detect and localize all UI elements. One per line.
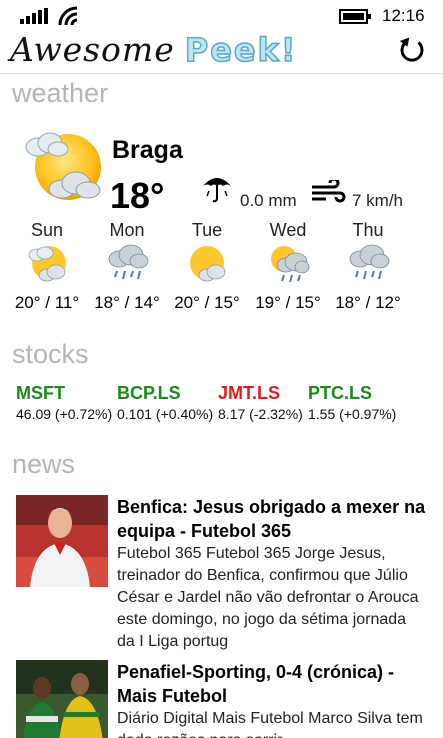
forecast-day: Mon 18° / 14° (87, 220, 167, 313)
stocks-section-title: stocks (12, 339, 89, 369)
weather-rain: 0.0 mm (240, 191, 297, 210)
news-item[interactable]: Benfica: Jesus obrigado a mexer na equip… (16, 495, 436, 655)
forecast-day-name: Sun (30, 220, 64, 240)
news-summary: Diário Digital Mais Futebol Marco Silva … (117, 710, 423, 738)
stock-symbol: MSFT (16, 383, 65, 403)
forecast-day: Sun 20° / 11° (7, 220, 87, 313)
umbrella-icon (203, 178, 231, 203)
forecast-day: Tue 20° / 15° (167, 220, 247, 313)
stock-symbol: BCP.LS (117, 383, 181, 403)
stock-symbol: PTC.LS (308, 383, 373, 403)
logo-text-peek: Peek! (184, 30, 298, 70)
forecast-temp-range: 20° / 15° (174, 293, 240, 312)
news-section-title: news (12, 449, 76, 479)
forecast-day-name: Thu (352, 220, 384, 240)
stock-value: 46.09 (+0.72%) (16, 406, 113, 422)
wifi-icon (58, 6, 78, 26)
refresh-icon[interactable] (398, 36, 426, 64)
weather-city: Braga (112, 136, 183, 164)
app-logo: Awesome Peek! (10, 30, 297, 70)
rain-cloud-icon (349, 244, 390, 280)
rain-cloud-icon (108, 244, 149, 280)
forecast-day-name: Wed (269, 220, 307, 240)
stock-item[interactable]: PTC.LS 1.55 (+0.97%) (308, 383, 396, 422)
sun-cloud-icon (25, 132, 101, 200)
weather-wind: 7 km/h (352, 191, 404, 210)
stock-symbol: JMT.LS (218, 383, 281, 403)
status-time: 12:16 (382, 6, 425, 25)
forecast-day-name: Mon (109, 220, 145, 240)
wind-icon (312, 180, 346, 203)
weather-temperature: 18° (110, 175, 165, 216)
forecast-temp-range: 18° / 14° (94, 293, 160, 312)
forecast-temp-range: 19° / 15° (255, 293, 321, 312)
news-headline[interactable]: Penafiel-Sporting, 0-4 (crónica) - Mais … (117, 660, 427, 708)
app-header: Awesome Peek! (0, 28, 443, 74)
signal-strength-icon (20, 8, 48, 24)
stock-value: 8.17 (-2.32%) (218, 406, 303, 422)
sun-cloud-icon (28, 246, 66, 282)
stock-item[interactable]: MSFT 46.09 (+0.72%) (16, 383, 112, 422)
forecast-day: Wed 19° / 15° (248, 220, 328, 313)
stock-item[interactable]: BCP.LS 0.101 (+0.40%) (117, 383, 213, 422)
sun-cloud-icon (190, 246, 226, 282)
news-thumbnail (16, 495, 108, 587)
sun-rain-icon (271, 246, 310, 283)
news-thumbnail (16, 660, 108, 738)
battery-icon (339, 9, 371, 24)
news-item[interactable]: Penafiel-Sporting, 0-4 (crónica) - Mais … (16, 660, 436, 738)
forecast-day-name: Tue (191, 220, 223, 240)
forecast-temp-range: 20° / 11° (14, 293, 80, 312)
stock-value: 0.101 (+0.40%) (117, 406, 214, 422)
weather-section-title: weather (12, 78, 109, 108)
logo-text-awesome: Awesome (10, 30, 175, 69)
stock-item[interactable]: JMT.LS 8.17 (-2.32%) (218, 383, 303, 422)
forecast-temp-range: 18° / 12° (335, 293, 401, 312)
news-summary: Futebol 365 Futebol 365 Jorge Jesus, tre… (117, 545, 419, 650)
forecast-day: Thu 18° / 12° (328, 220, 408, 313)
news-headline[interactable]: Benfica: Jesus obrigado a mexer na equip… (117, 495, 427, 543)
stock-value: 1.55 (+0.97%) (308, 406, 397, 422)
